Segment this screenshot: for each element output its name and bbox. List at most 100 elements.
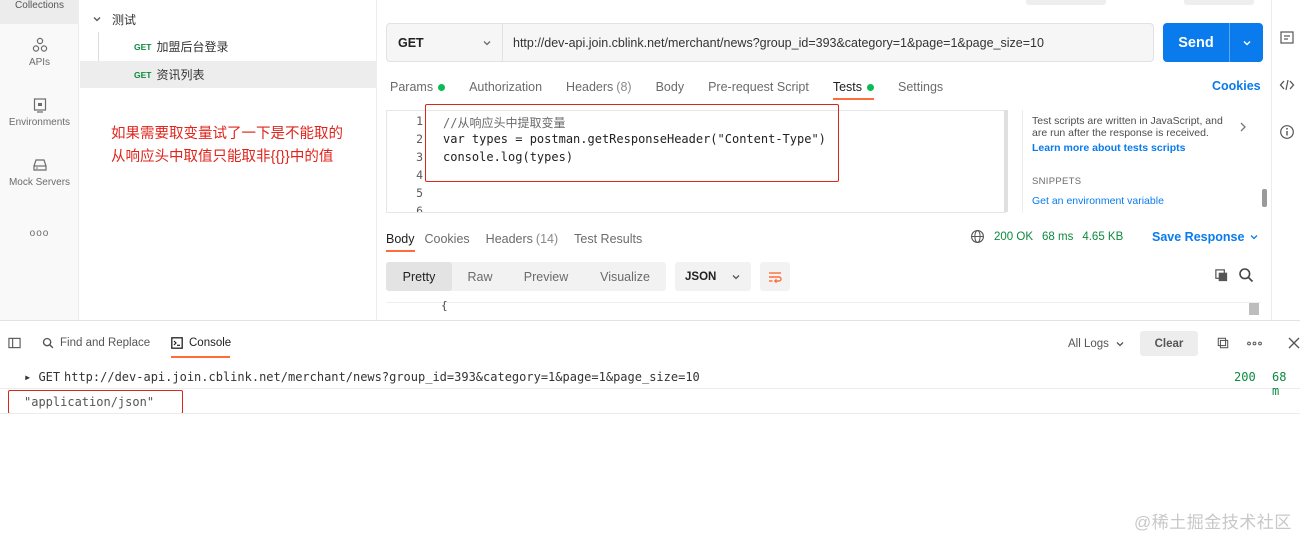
tab-body[interactable]: Body — [656, 74, 685, 100]
tab-label: Body — [386, 232, 415, 246]
log-level-select[interactable]: All Logs — [1068, 338, 1125, 350]
tab-tests[interactable]: Tests — [832, 74, 875, 100]
view-pretty[interactable]: Pretty — [386, 262, 452, 291]
chevron-down-icon — [1243, 40, 1250, 45]
console-toolbar: Find and Replace Console All Logs Clear — [0, 320, 1300, 364]
send-button[interactable]: Send — [1163, 23, 1263, 62]
snippets-scrollbar[interactable] — [1262, 189, 1267, 207]
left-rail: Collections APIs Environments Mock Serve… — [0, 0, 79, 320]
url-input[interactable]: http://dev-api.join.cblink.net/merchant/… — [503, 24, 1153, 61]
tab-response-headers[interactable]: Headers (14) — [486, 226, 558, 252]
request-tabs: Params Authorization Headers (8) Body Pre… — [390, 74, 967, 100]
toggle-sidebar-icon[interactable] — [8, 337, 21, 349]
rail-environments-label: Environments — [8, 117, 71, 128]
tree-request-item[interactable]: GET 加盟后台登录 — [80, 33, 377, 60]
line-number: 5 — [416, 186, 423, 200]
save-response-button[interactable]: Save Response — [1152, 230, 1259, 244]
request-method-badge: GET — [134, 69, 152, 80]
tab-headers[interactable]: Headers (8) — [566, 74, 632, 100]
close-icon[interactable] — [1288, 337, 1300, 349]
rail-mock-servers[interactable]: Mock Servers — [0, 157, 79, 188]
rail-collections[interactable]: Collections — [0, 0, 79, 24]
tab-response-body[interactable]: Body — [386, 226, 415, 252]
view-preview[interactable]: Preview — [508, 262, 584, 291]
log-status: 200 — [1234, 370, 1256, 384]
chevron-down-icon — [483, 40, 491, 45]
request-method-badge: GET — [134, 41, 152, 52]
clear-button[interactable]: Clear — [1140, 331, 1198, 356]
rail-more[interactable]: ooo — [0, 228, 79, 239]
status-code[interactable]: 200 OK — [994, 231, 1033, 243]
info-icon[interactable] — [1279, 124, 1295, 140]
tab-label: Test Results — [574, 232, 643, 246]
tab-settings[interactable]: Settings — [898, 74, 943, 100]
tab-test-results[interactable]: Test Results — [574, 226, 642, 252]
more-options-icon[interactable] — [1247, 341, 1262, 346]
response-meta: 200 OK 68 ms 4.65 KB — [970, 229, 1123, 244]
console-tab-underline — [171, 356, 230, 358]
snippets-heading: SNIPPETS — [1032, 176, 1082, 187]
status-dot-icon — [867, 83, 874, 91]
method-select[interactable]: GET — [387, 24, 503, 61]
copy-icon[interactable] — [1214, 268, 1229, 283]
rail-apis-label: APIs — [28, 57, 51, 68]
find-replace-tab[interactable]: Find and Replace — [42, 337, 150, 349]
line-number: 4 — [416, 168, 423, 182]
editor-scrollbar[interactable] — [1004, 110, 1008, 212]
tab-response-cookies[interactable]: Cookies — [425, 226, 470, 252]
snippets-info: Test scripts are written in JavaScript, … — [1032, 115, 1223, 127]
tab-label: Headers — [485, 232, 533, 246]
toolbar-fragment — [1026, 0, 1106, 5]
format-select[interactable]: JSON — [675, 262, 751, 291]
learn-more-link[interactable]: Learn more about tests scripts — [1032, 142, 1185, 154]
code-snippet-icon[interactable] — [1279, 77, 1295, 93]
status-dot-icon — [438, 83, 446, 91]
tab-pre-request-script[interactable]: Pre-request Script — [708, 74, 809, 100]
documentation-icon[interactable] — [1279, 30, 1295, 46]
rail-environments[interactable]: Environments — [0, 97, 79, 128]
request-name: 加盟后台登录 — [156, 40, 229, 54]
log-method: ▸ GET — [24, 370, 61, 384]
send-options[interactable] — [1230, 38, 1263, 48]
format-value: JSON — [685, 270, 717, 283]
line-number: 3 — [416, 150, 423, 164]
rail-apis[interactable]: APIs — [0, 37, 79, 68]
chevron-down-icon — [1250, 235, 1258, 240]
response-body-text: { — [441, 299, 448, 312]
tab-label: Pre-request Script — [708, 80, 809, 94]
tab-count: (8) — [616, 80, 632, 94]
snippet-item[interactable]: Get an environment variable — [1032, 195, 1164, 207]
tree-folder[interactable]: 测试 — [92, 10, 136, 28]
tab-label: Settings — [898, 80, 944, 94]
wrap-lines-button[interactable] — [760, 262, 790, 291]
response-scrollbar[interactable] — [1249, 303, 1259, 315]
console-log-entry[interactable]: ▸ GET http://dev-api.join.cblink.net/mer… — [0, 364, 1300, 398]
search-icon — [42, 337, 54, 349]
chevron-right-icon[interactable] — [1238, 121, 1248, 133]
console-log-entry[interactable]: "application/json" — [0, 389, 1300, 414]
tree-request-item-active[interactable]: GET 资讯列表 — [80, 61, 377, 88]
response-size[interactable]: 4.65 KB — [1082, 231, 1123, 243]
console-tab[interactable]: Console — [171, 337, 231, 349]
view-raw[interactable]: Raw — [452, 262, 508, 291]
chevron-down-icon — [93, 17, 101, 22]
globe-icon[interactable] — [970, 229, 985, 244]
tree-folder-label: 测试 — [112, 12, 137, 27]
view-visualize[interactable]: Visualize — [584, 262, 666, 291]
tab-authorization[interactable]: Authorization — [469, 74, 542, 100]
line-number: 6 — [416, 204, 423, 213]
apis-icon — [32, 37, 47, 52]
chevron-down-icon — [1116, 342, 1124, 347]
tab-params[interactable]: Params — [390, 74, 446, 100]
search-icon[interactable] — [1238, 267, 1254, 283]
response-view-toggle: Pretty Raw Preview Visualize — [386, 262, 666, 291]
annotation-line-1: 如果需要取变量试了一下是不能取的 — [111, 126, 343, 142]
response-time[interactable]: 68 ms — [1042, 231, 1073, 243]
code-line: //从响应头中提取变量 — [443, 116, 566, 130]
annotation-line-2: 从响应头中取值只能取非{{}}中的值 — [111, 149, 334, 165]
copy-icon[interactable] — [1217, 337, 1229, 349]
tab-label: Tests — [832, 80, 862, 94]
response-body-divider — [386, 302, 1261, 303]
tests-code-editor[interactable]: 1 2 3 4 5 6 //从响应头中提取变量 var types = post… — [386, 110, 1006, 213]
cookies-link[interactable]: Cookies — [1212, 79, 1261, 93]
